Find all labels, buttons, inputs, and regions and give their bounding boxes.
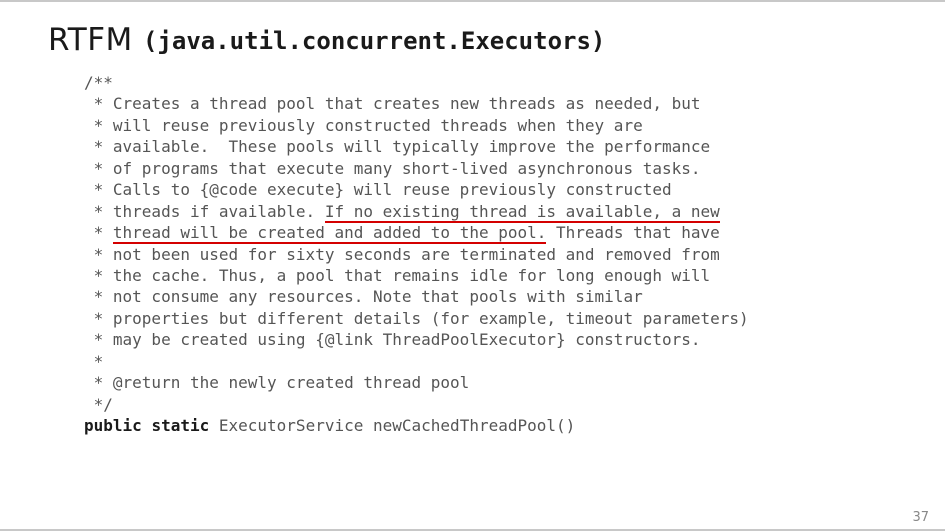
slide: RTFM (java.util.concurrent.Executors) /*… <box>0 0 945 531</box>
javadoc-line: * not consume any resources. Note that p… <box>84 287 643 306</box>
title-heading: RTFM <box>48 22 133 58</box>
declaration-rest: ExecutorService newCachedThreadPool() <box>209 416 575 435</box>
slide-title: RTFM (java.util.concurrent.Executors) <box>48 20 897 58</box>
javadoc-line-prefix: * <box>84 223 113 242</box>
method-declaration: public static ExecutorService newCachedT… <box>84 416 575 435</box>
title-subheading: (java.util.concurrent.Executors) <box>143 27 605 55</box>
javadoc-line: * not been used for sixty seconds are te… <box>84 245 720 264</box>
javadoc-line: * @return the newly created thread pool <box>84 373 469 392</box>
javadoc-line-suffix: Threads that have <box>546 223 719 242</box>
javadoc-line: * the cache. Thus, a pool that remains i… <box>84 266 710 285</box>
javadoc-line: * <box>84 352 103 371</box>
keyword-static: static <box>151 416 209 435</box>
javadoc-line: * Calls to {@code execute} will reuse pr… <box>84 180 672 199</box>
javadoc-line: * available. These pools will typically … <box>84 137 710 156</box>
javadoc-close: */ <box>84 395 113 414</box>
javadoc-line: * properties but different details (for … <box>84 309 749 328</box>
javadoc-line: * will reuse previously constructed thre… <box>84 116 643 135</box>
javadoc-line: * Creates a thread pool that creates new… <box>84 94 701 113</box>
javadoc-highlight: If no existing thread is available, a ne… <box>325 202 720 223</box>
javadoc-open: /** <box>84 73 113 92</box>
keyword-public: public <box>84 416 142 435</box>
javadoc-line-prefix: * threads if available. <box>84 202 325 221</box>
page-number: 37 <box>912 510 929 525</box>
javadoc-highlight: thread will be created and added to the … <box>113 223 546 244</box>
javadoc-line: * may be created using {@link ThreadPool… <box>84 330 701 349</box>
javadoc-block: /** * Creates a thread pool that creates… <box>84 72 897 436</box>
javadoc-line: * of programs that execute many short-li… <box>84 159 701 178</box>
